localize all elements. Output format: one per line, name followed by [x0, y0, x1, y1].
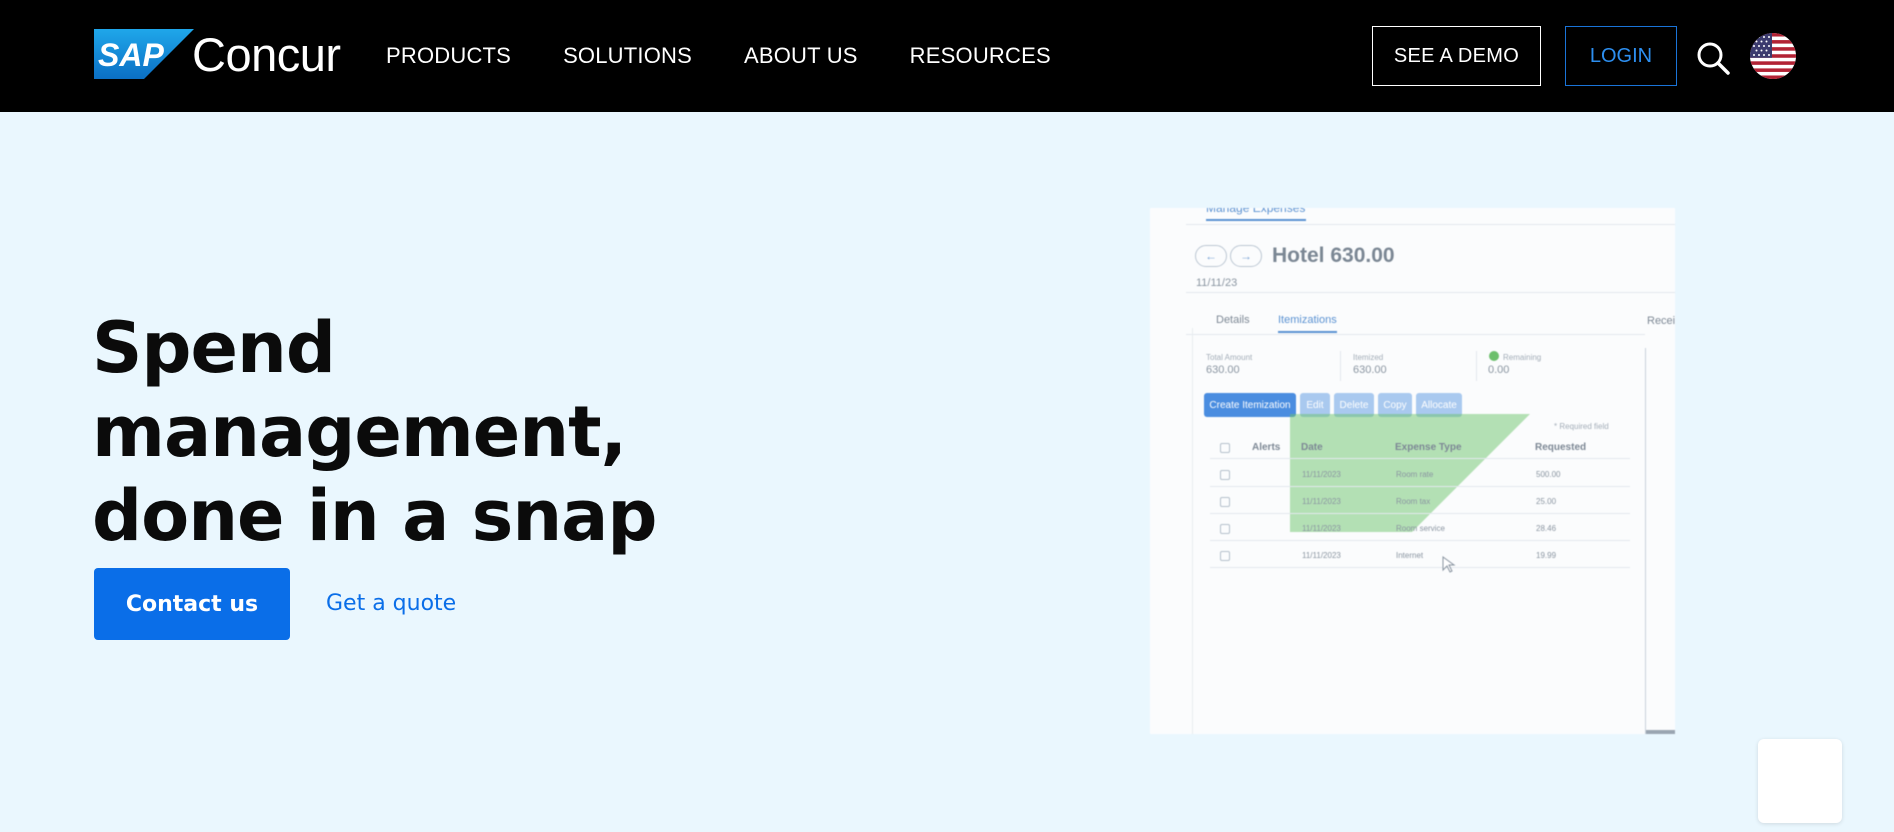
hero-heading-line-1: Spend management,: [92, 307, 627, 473]
us-flag-icon[interactable]: [1750, 33, 1796, 79]
search-icon[interactable]: [1695, 40, 1731, 76]
create-itemization-button: Create Itemization: [1204, 393, 1296, 417]
nav-solutions[interactable]: SOLUTIONS: [563, 43, 692, 69]
nav-about-us[interactable]: ABOUT US: [744, 43, 858, 69]
divider: [1210, 567, 1630, 568]
summary-value: 0.00: [1488, 364, 1510, 376]
receipt-tab: Recei: [1647, 315, 1675, 327]
row-date: 11/11/2023: [1302, 470, 1341, 479]
expense-date: 11/11/23: [1196, 277, 1238, 289]
column-expense-type: Expense Type: [1395, 442, 1462, 453]
row-checkbox: [1220, 497, 1230, 507]
row-amount: 25.00: [1536, 497, 1557, 506]
divider: [1210, 458, 1630, 459]
column-alerts: Alerts: [1252, 442, 1281, 453]
top-navigation: SAP Concur PRODUCTS SOLUTIONS ABOUT US R…: [0, 0, 1894, 112]
receipt-panel: [1645, 348, 1675, 734]
divider: [1210, 540, 1630, 541]
scrollbar: [1646, 730, 1675, 734]
row-amount: 19.99: [1536, 551, 1557, 560]
row-checkbox: [1220, 551, 1230, 561]
login-button[interactable]: LOGIN: [1565, 26, 1677, 86]
main-menu: PRODUCTS SOLUTIONS ABOUT US RESOURCES: [386, 43, 1051, 69]
divider: [1340, 351, 1341, 381]
check-icon: [1489, 351, 1499, 361]
nav-products[interactable]: PRODUCTS: [386, 43, 511, 69]
row-type: Room rate: [1396, 470, 1434, 479]
chat-widget[interactable]: [1758, 739, 1842, 823]
column-requested: Requested: [1535, 442, 1587, 453]
contact-us-button[interactable]: Contact us: [94, 568, 290, 640]
required-field-note: * Required field: [1554, 422, 1609, 431]
sap-logo-icon: SAP: [94, 29, 194, 79]
row-checkbox: [1220, 524, 1230, 534]
column-date: Date: [1301, 442, 1323, 453]
row-amount: 28.46: [1536, 524, 1557, 533]
expense-title: Hotel 630.00: [1272, 244, 1395, 267]
sap-concur-logo[interactable]: SAP Concur: [94, 27, 341, 81]
select-all-checkbox: [1220, 443, 1230, 453]
see-a-demo-button[interactable]: SEE A DEMO: [1372, 26, 1541, 86]
hero-heading: Spend management, done in a snap: [92, 306, 852, 558]
divider: [1476, 351, 1477, 381]
logo-product-name: Concur: [192, 27, 341, 81]
row-type: Room tax: [1396, 497, 1431, 506]
itemizations-subtab: Itemizations: [1278, 314, 1337, 333]
divider: [1186, 334, 1645, 335]
manage-expenses-tab: Manage Expenses: [1206, 208, 1306, 221]
sap-logo-text: SAP: [98, 37, 164, 73]
divider: [1210, 486, 1630, 487]
row-type: Internet: [1396, 551, 1424, 560]
summary-label: Remaining: [1503, 353, 1542, 362]
summary-value: 630.00: [1353, 364, 1387, 376]
cursor-icon: [1442, 556, 1456, 573]
row-type: Room service: [1396, 524, 1445, 533]
hero-heading-line-2: done in a snap: [92, 475, 658, 557]
row-checkbox: [1220, 470, 1230, 480]
row-amount: 500.00: [1536, 470, 1561, 479]
get-a-quote-link[interactable]: Get a quote: [326, 591, 456, 616]
row-date: 11/11/2023: [1302, 551, 1341, 560]
divider: [1192, 328, 1193, 734]
summary-label: Total Amount: [1206, 353, 1253, 362]
summary-label: Itemized: [1353, 353, 1384, 362]
divider: [1186, 224, 1675, 225]
back-arrow-icon: ←: [1195, 245, 1227, 267]
row-date: 11/11/2023: [1302, 524, 1341, 533]
summary-value: 630.00: [1206, 364, 1240, 376]
nav-resources[interactable]: RESOURCES: [910, 43, 1051, 69]
row-date: 11/11/2023: [1302, 497, 1341, 506]
divider: [1210, 513, 1630, 514]
divider: [1186, 292, 1675, 293]
details-subtab: Details: [1216, 314, 1250, 326]
product-screenshot: Manage Expenses ← → Hotel 630.00 11/11/2…: [1150, 208, 1675, 734]
forward-arrow-icon: →: [1230, 245, 1262, 267]
